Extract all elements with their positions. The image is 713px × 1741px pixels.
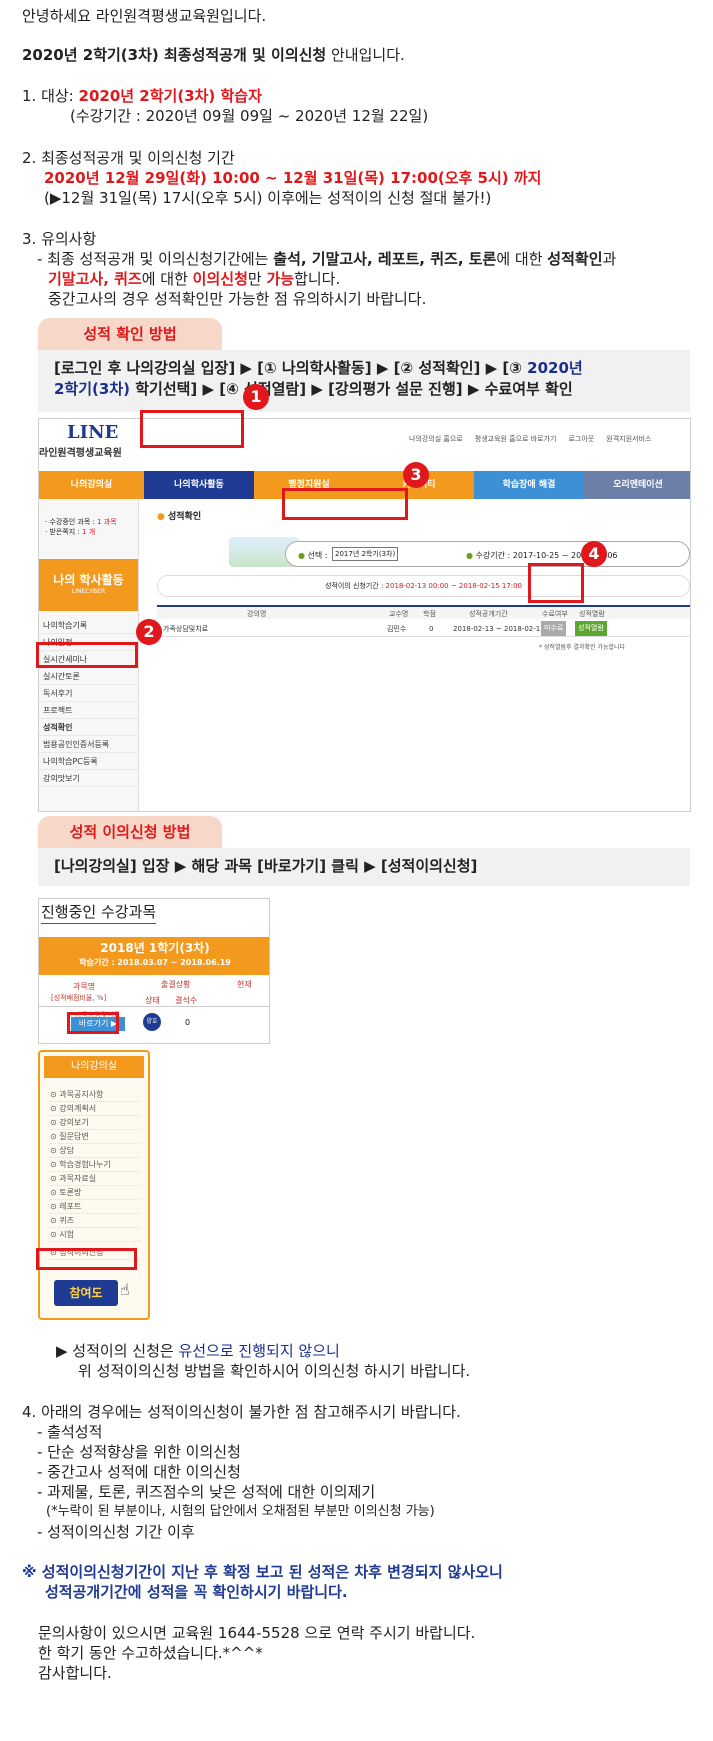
menu-item[interactable]: ⊙ 시험	[50, 1228, 140, 1242]
completion-status: 미수료	[541, 621, 567, 636]
notice-heading: 2020년 2학기(3차) 최종성적공개 및 이의신청 안내입니다.	[22, 45, 405, 65]
check-method-guide: [로그인 후 나의강의실 입장] ▶ [① 나의학사활동] ▶ [② 성적확인]…	[38, 350, 690, 412]
check-method-tab: 성적 확인 방법	[38, 318, 222, 350]
notice-heading-bold: 2020년 2학기(3차) 최종성적공개 및 이의신청	[22, 46, 327, 64]
side-menu-item[interactable]: 나의학습PC등록	[39, 753, 138, 770]
highlight-box-3	[282, 488, 408, 520]
course-table-header: 과목명 [성적배점비율, %] 출결상황 상태 결석수 현재	[39, 975, 269, 1007]
term-banner: 2018년 1학기(3차) 학습기간 : 2018.03.07 ~ 2018.0…	[39, 937, 269, 975]
item4-label: 4. 아래의 경우에는 성적이의신청이 불가한 점 참고해주시기 바랍니다.	[22, 1403, 461, 1421]
menu-item[interactable]: ⊙ 과목공지사항	[50, 1088, 140, 1102]
grade-check-screenshot: LINE 라인원격평생교육원 나의강의실 홈으로 평생교육원 홈으로 바로가기 …	[38, 418, 691, 812]
highlight-goto-button	[67, 1012, 119, 1034]
item2-label: 2. 최종성적공개 및 이의신청 기간	[22, 149, 235, 167]
step-marker-1: 1	[243, 384, 269, 410]
appeal-period-bar: 성적이의 신청기간 : 2018-02-13 00:00 ~ 2018-02-1…	[157, 575, 690, 597]
menu-item[interactable]: ⊙ 레포트	[50, 1200, 140, 1214]
item4-line: (*누락이 된 부분이나, 시험의 답안에서 오채점된 부분만 이의신청 가능)	[46, 1504, 435, 1519]
sidebar-info: · 수강중인 과목 : 1 과목 · 받은쪽지 : 1 개	[45, 518, 117, 536]
participation-button[interactable]: 참여도	[54, 1280, 118, 1306]
term-select[interactable]: 2017년 2학기(3차)	[332, 547, 399, 561]
step-marker-3: 3	[403, 462, 429, 488]
item4-line: - 성적이의신청 기간 이후	[37, 1523, 195, 1541]
item1-period: (수강기간 : 2020년 09월 09일 ~ 2020년 12월 22일)	[70, 107, 429, 125]
sidebar-banner: 나의 학사활동 LINECYBER	[39, 559, 138, 611]
step-marker-2: 2	[136, 619, 162, 645]
nav-orientation[interactable]: 오리엔테이션	[584, 471, 690, 499]
greeting-text: 안녕하세요 라인원격평생교육원입니다.	[22, 7, 267, 25]
item4-line: - 단순 성적향상을 위한 이의신청	[37, 1443, 241, 1461]
item4-line: - 중간고사 성적에 대한 이의신청	[37, 1463, 241, 1481]
closing-line2: 한 학기 동안 수고하셨습니다.*^^*	[38, 1644, 263, 1662]
menu-item[interactable]: ⊙ 토론방	[50, 1186, 140, 1200]
table-note: * 성적열람후 결과확인 가능합니다	[539, 644, 626, 651]
side-menu-item[interactable]: 독서후기	[39, 685, 138, 702]
highlight-box-4	[528, 563, 584, 603]
item3-line3: 중간고사의 경우 성적확인만 가능한 점 유의하시기 바랍니다.	[48, 290, 427, 308]
item2-period: 2020년 12월 29일(화) 10:00 ~ 12월 31일(목) 17:0…	[44, 169, 542, 187]
side-menu-item[interactable]: 실시간토론	[39, 668, 138, 685]
absent-count: 0	[185, 1018, 191, 1027]
item3-label: 3. 유의사항	[22, 230, 97, 248]
site-logo: LINE	[67, 422, 119, 443]
menu-item[interactable]: ⊙ 과목자료실	[50, 1172, 140, 1186]
grade-table-header: 강의명 교수명 학점 성적공개기간 수료여부 성적열람	[157, 605, 690, 619]
highlight-box-1	[140, 410, 244, 448]
closing-line1: 문의사항이 있으시면 교육원 1644-5528 으로 연락 주시기 바랍니다.	[38, 1624, 476, 1642]
site-org-name: 라인원격평생교육원	[39, 448, 122, 459]
appeal-method-guide: [나의강의실] 입장 ▶ 해당 과목 [바로가기] 클릭 ▶ [성적이의신청]	[38, 848, 690, 886]
menu-item[interactable]: ⊙ 강의보기	[50, 1116, 140, 1130]
item1-label: 1. 대상:	[22, 87, 79, 105]
item4-line: - 출석성적	[37, 1423, 103, 1441]
side-menu-item[interactable]: 범용공인인증서등록	[39, 736, 138, 753]
grade-table-row: 가족상담및치료 김민수 0 2018-02-13 ~ 2018-02-15 미수…	[157, 619, 690, 637]
step-marker-4: 4	[581, 541, 607, 567]
appeal-note-line1: ▶ 성적이의 신청은 유선으로 진행되지 않으니	[56, 1342, 340, 1360]
item3-line1: - 최종 성적공개 및 이의신청기간에는 출석, 기말고사, 레포트, 퀴즈, …	[37, 250, 617, 268]
menu-item[interactable]: ⊙ 강의계획서	[50, 1102, 140, 1116]
item1-target: 2020년 2학기(3차) 학습자	[78, 87, 262, 105]
notice-heading-rest: 안내입니다.	[326, 46, 405, 64]
item4-line: - 과제물, 토론, 퀴즈점수의 낮은 성적에 대한 이의제기	[37, 1483, 376, 1501]
top-link-main[interactable]: 평생교육원 홈으로 바로가기	[475, 433, 557, 446]
top-links: 나의강의실 홈으로 평생교육원 홈으로 바로가기 로그아웃 원격지원서비스	[409, 433, 651, 446]
classroom-menu-screenshot: 나의강의실 ⊙ 과목공지사항 ⊙ 강의계획서 ⊙ 강의보기 ⊙ 질문답변 ⊙ 상…	[38, 1050, 150, 1320]
title-bullet-icon: ●	[157, 512, 165, 522]
view-grade-button[interactable]: 성적열람	[575, 621, 607, 636]
classroom-menu-list: ⊙ 과목공지사항 ⊙ 강의계획서 ⊙ 강의보기 ⊙ 질문답변 ⊙ 상담 ⊙ 학습…	[40, 1082, 148, 1260]
hand-pointer-icon: ☝	[120, 1280, 130, 1299]
top-link-home[interactable]: 나의강의실 홈으로	[409, 433, 463, 446]
nav-trouble-help[interactable]: 학습장애 해결	[474, 471, 584, 499]
menu-item[interactable]: ⊙ 학습경험나누기	[50, 1158, 140, 1172]
check-guide-line1: [로그인 후 나의강의실 입장] ▶ [① 나의학사활동] ▶ [② 성적확인]…	[54, 359, 583, 377]
top-link-remote[interactable]: 원격지원서비스	[606, 433, 651, 446]
closing-line3: 감사합니다.	[38, 1664, 112, 1682]
side-menu-item[interactable]: 강의맛보기	[39, 770, 138, 787]
side-menu-grade-check[interactable]: 성적확인	[39, 719, 138, 736]
status-badge: 양호	[143, 1013, 161, 1031]
check-guide-line2: 2학기(3차) 학기선택] ▶ [④ 성적열람] ▶ [강의평가 설문 진행] …	[54, 380, 573, 398]
term-selector-bar: ● 선택 : 2017년 2학기(3차) ● 수강기간 : 2017-10-25…	[285, 541, 690, 567]
side-menu-item[interactable]: 나의학습기록	[39, 617, 138, 634]
side-menu-item[interactable]: 프로젝트	[39, 702, 138, 719]
menu-item[interactable]: ⊙ 상담	[50, 1144, 140, 1158]
item2-warning: (▶12월 31일(목) 17시(오후 5시) 이후에는 성적이의 신청 절대 …	[44, 189, 492, 207]
appeal-note-line2: 위 성적이의신청 방법을 확인하시어 이의신청 하시기 바랍니다.	[78, 1362, 471, 1380]
nav-my-classroom[interactable]: 나의강의실	[39, 471, 144, 499]
highlight-appeal-menu	[36, 1248, 137, 1270]
top-link-logout[interactable]: 로그아웃	[568, 433, 594, 446]
final-notice-line1: ※ 성적이의신청기간이 지난 후 확정 보고 된 성적은 차후 변경되지 않사오…	[22, 1563, 503, 1581]
item1-target-line: 1. 대상: 2020년 2학기(3차) 학습자	[22, 86, 262, 106]
appeal-method-tab: 성적 이의신청 방법	[38, 816, 222, 848]
nav-academic-activity[interactable]: 나의학사활동	[144, 471, 254, 499]
classroom-menu-title: 나의강의실	[44, 1056, 144, 1078]
courses-title: 진행중인 수강과목	[41, 903, 157, 924]
menu-item[interactable]: ⊙ 질문답변	[50, 1130, 140, 1144]
menu-item[interactable]: ⊙ 퀴즈	[50, 1214, 140, 1228]
content-title: ● 성적확인	[157, 512, 202, 522]
highlight-box-2	[36, 642, 138, 668]
final-notice-line2: 성적공개기간에 성적을 꼭 확인하시기 바랍니다.	[45, 1583, 348, 1601]
item3-line2: 기말고사, 퀴즈에 대한 이의신청만 가능합니다.	[48, 270, 341, 288]
